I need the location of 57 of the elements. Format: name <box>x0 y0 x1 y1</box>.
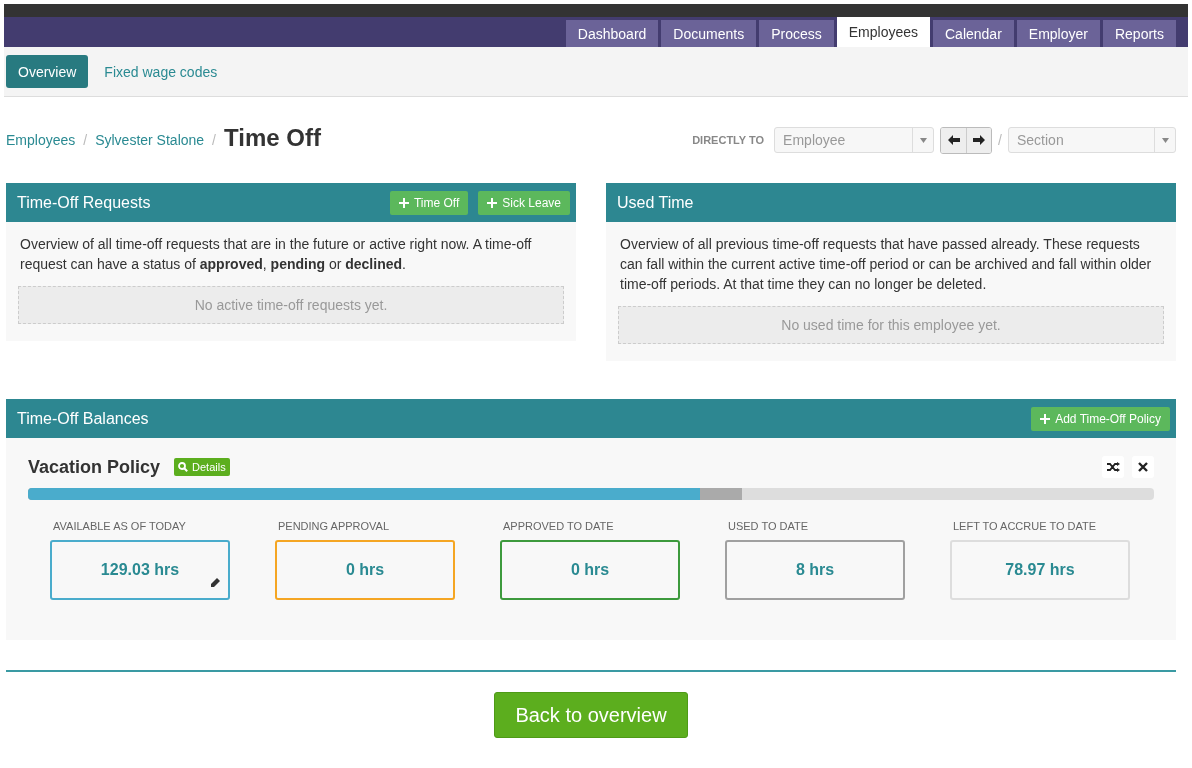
caret-icon <box>1161 137 1169 143</box>
search-icon <box>178 462 189 472</box>
sub-tab[interactable]: Overview <box>6 55 89 88</box>
panel-description: Overview of all time-off requests that are in the future or active right now. A time-off request can have a status of approved, pending or declined. <box>19 235 533 274</box>
pencil-icon <box>210 578 220 588</box>
stat-label: AVAILABLE AS OF TODAY <box>52 520 187 532</box>
add-button[interactable]: Time Off <box>389 190 469 215</box>
nav-tab[interactable]: Employer <box>1016 20 1100 47</box>
stat-label: PENDING APPROVAL <box>277 520 391 532</box>
plus-icon <box>1040 413 1051 424</box>
add-policy-button[interactable]: Add Time-Off Policy <box>1031 406 1170 431</box>
edit-button[interactable] <box>208 576 222 590</box>
stat-value: 78.97 hrs <box>1005 561 1075 579</box>
stat-label: USED TO DATE <box>727 520 810 532</box>
stat-value: 0 hrs <box>570 561 610 579</box>
left-arrow-icon <box>947 135 960 145</box>
next-button[interactable] <box>966 127 992 153</box>
breadcrumb-separator: / <box>83 132 88 148</box>
breadcrumb-link[interactable]: Sylvester Stalone <box>95 132 205 148</box>
page-title: Time Off <box>224 124 321 152</box>
panel-description: Overview of all previous time-off requests that have passed already. These requests can fall within the current active time-off period or can be archived and fall within older time-off periods. At that time they can no longer be deleted. <box>619 235 1153 294</box>
stat-label: APPROVED TO DATE <box>502 520 615 532</box>
directly-to-label: DIRECTLY TO <box>692 134 765 146</box>
stat-value: 8 hrs <box>795 561 835 579</box>
sub-tab[interactable]: Fixed wage codes <box>92 55 230 88</box>
breadcrumb-link[interactable]: Employees <box>6 132 76 148</box>
panel-title: Time-Off Balances <box>17 409 149 428</box>
policy-name: Vacation Policy <box>28 456 161 478</box>
previous-button[interactable] <box>941 127 967 153</box>
details-button[interactable]: Details <box>174 458 230 476</box>
stat-value: 0 hrs <box>345 561 385 579</box>
empty-message: No active time-off requests yet. <box>18 286 564 324</box>
nav-tab[interactable]: Dashboard <box>565 20 659 47</box>
breadcrumb-separator: / <box>212 132 216 148</box>
empty-message: No used time for this employee yet. <box>618 306 1164 344</box>
nav-tab[interactable]: Reports <box>1102 20 1176 47</box>
close-icon <box>1138 462 1148 472</box>
shuffle-icon <box>1106 462 1120 472</box>
nav-tab[interactable]: Process <box>759 20 834 47</box>
plus-icon <box>398 197 409 208</box>
employee-select[interactable]: Employee <box>774 127 935 153</box>
section-select[interactable]: Section <box>1008 127 1176 153</box>
caret-icon <box>919 137 927 143</box>
panel-title: Time-Off Requests <box>17 193 151 212</box>
separator: / <box>998 132 1002 148</box>
plus-icon <box>487 197 498 208</box>
nav-tab[interactable]: Calendar <box>933 20 1014 47</box>
back-button[interactable]: Back to overview <box>494 692 688 738</box>
add-button[interactable]: Sick Leave <box>478 190 570 215</box>
nav-tab[interactable]: Documents <box>661 20 757 47</box>
right-arrow-icon <box>973 135 986 145</box>
close-button[interactable] <box>1132 456 1154 478</box>
stat-label: LEFT TO ACCRUE TO DATE <box>952 520 1098 532</box>
shuffle-button[interactable] <box>1102 456 1124 478</box>
nav-tab[interactable]: Employees <box>836 17 930 47</box>
stat-value: 129.03 hrs <box>100 561 180 579</box>
panel-title: Used Time <box>617 193 694 212</box>
